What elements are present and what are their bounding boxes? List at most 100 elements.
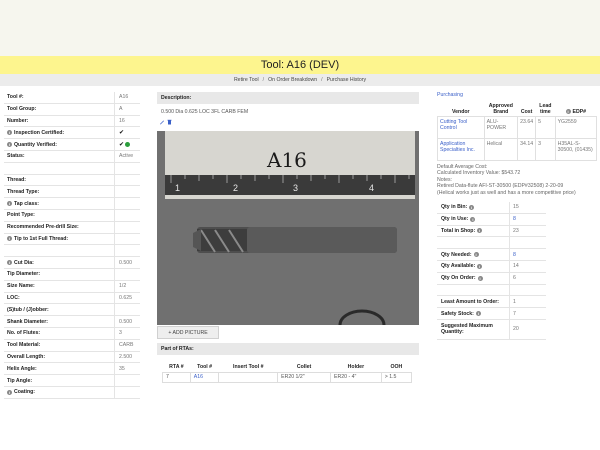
property-value-text: 3	[119, 330, 122, 337]
property-label-text: (S)tub / (J)obber:	[7, 306, 49, 313]
property-label: Recommended Pre-drill Size:	[4, 224, 114, 230]
rta-cell: ER20 - 4"	[330, 371, 382, 383]
quantity-label: Qty On Order: i	[437, 275, 509, 281]
property-value	[114, 386, 140, 398]
property-row: Recommended Pre-drill Size:	[4, 221, 140, 234]
quantity-value: 14	[509, 260, 546, 272]
ruler-number: 4	[369, 183, 374, 193]
column-header-text: Vendor	[451, 109, 470, 115]
rta-cell: 7	[162, 371, 191, 383]
property-label: Helix Angle:	[4, 366, 114, 372]
purchase-history-link[interactable]: Purchase History	[327, 77, 367, 83]
info-icon[interactable]: i	[477, 228, 483, 234]
property-label: i Tap class:	[4, 201, 114, 207]
vendor-link[interactable]: Cutting Tool Control	[437, 116, 485, 139]
quantity-label: Qty in Use: i	[437, 216, 509, 222]
quantity-label: Least Amount to Order:	[437, 299, 509, 305]
property-value: CARB	[114, 339, 140, 351]
property-row	[4, 162, 140, 175]
quantity-row: Suggested Maximum Quantity: 20	[437, 319, 546, 340]
handwritten-tool-label: A16	[266, 148, 307, 172]
breadcrumb: Retire Tool / On Order Breakdown / Purch…	[0, 74, 600, 86]
info-icon[interactable]: i	[565, 109, 571, 114]
info-icon[interactable]: i	[475, 311, 481, 317]
property-value: 2.500	[114, 351, 140, 363]
check-icon: ✔	[119, 130, 125, 137]
property-label-text: Number:	[7, 117, 29, 124]
rta-column-header: OOH	[390, 363, 403, 370]
property-value-text: A16	[119, 94, 129, 101]
property-row: i Tap class:	[4, 198, 140, 210]
property-row: Tool Material: CARB	[4, 339, 140, 352]
vendor-link[interactable]: Application Specialties Inc.	[437, 138, 485, 161]
property-row: (S)tub / (J)obber:	[4, 304, 140, 317]
property-value: 16	[114, 115, 140, 127]
quantity-label-text: Qty On Order:	[441, 275, 476, 282]
quantity-row	[437, 237, 546, 250]
purchasing-link[interactable]: Purchasing	[437, 92, 597, 98]
retire-tool-link[interactable]: Retire Tool	[234, 77, 259, 83]
info-icon[interactable]: i	[477, 263, 483, 269]
add-picture-button[interactable]: + ADD PICTURE	[157, 326, 219, 339]
quantity-row: Qty in Use: i 8	[437, 213, 546, 226]
info-icon[interactable]: i	[470, 216, 476, 222]
info-icon[interactable]: i	[7, 142, 12, 148]
property-row: Status: Active	[4, 150, 140, 163]
quantity-label-text: Total in Shop:	[441, 227, 476, 234]
tool-link[interactable]: A16	[189, 371, 220, 383]
pencil-icon[interactable]	[159, 119, 165, 125]
property-label: i Tip to 1st Full Thread:	[4, 236, 114, 242]
property-label-text: Cut Dia:	[14, 259, 34, 266]
property-row: LOC: 0.625	[4, 292, 140, 305]
info-icon[interactable]: i	[477, 275, 483, 281]
vendor-column-header: i EDP#	[555, 102, 596, 117]
info-icon[interactable]: i	[7, 260, 12, 266]
check-icon: ✔	[119, 142, 125, 149]
property-label: Number:	[4, 118, 114, 124]
info-icon[interactable]: i	[7, 130, 12, 136]
property-value	[114, 245, 140, 257]
property-label-text: Thread:	[7, 176, 27, 183]
quantity-label-text: Qty Needed:	[441, 251, 472, 258]
quantity-table: Qty in Bin: i 15 Qty in Use: i 8 Total in Shop…	[437, 202, 546, 340]
info-icon[interactable]: i	[7, 201, 12, 207]
vendor-table: Vendor Approved Brand Cost Lead time i EDP# C…	[437, 102, 598, 161]
quantity-value-link[interactable]: 8	[509, 213, 546, 225]
quantity-label: Qty Needed: i	[437, 252, 509, 258]
rta-section: Part of RTAs:	[157, 343, 419, 355]
property-value	[114, 233, 140, 245]
vendor-cell: 5	[535, 116, 556, 139]
purchasing-section: Purchasing Vendor Approved Brand Cost Lead …	[437, 92, 598, 196]
tool-photo: 1 2 3 4 A16	[157, 131, 419, 325]
quantity-value-link[interactable]: 8	[509, 249, 546, 260]
column-header-text: Cost	[520, 109, 533, 115]
quantity-label-text: Least Amount to Order:	[441, 298, 500, 305]
property-value-text: Active	[119, 153, 134, 160]
property-label: Tip Angle:	[4, 378, 114, 384]
property-label: Thread Type:	[4, 189, 114, 195]
property-value	[114, 209, 140, 221]
property-row: i Inspection Certified: ✔	[4, 127, 140, 140]
rta-column-header: Tool #	[197, 363, 213, 370]
info-icon[interactable]: i	[7, 236, 12, 242]
info-icon[interactable]: i	[473, 252, 479, 258]
quantity-label-text: Suggested Maximum Quantity:	[441, 323, 493, 336]
rta-row: 7 A16 ER20 1/2" ER20 - 4" > 1.5	[162, 371, 413, 383]
vendor-column-header: Approved Brand	[484, 102, 518, 117]
property-label: Tip Diameter:	[4, 271, 114, 277]
property-label: i Quantity Verified:	[4, 142, 114, 148]
property-value-text: 35	[119, 365, 125, 372]
vendor-cell: 34.14	[517, 138, 537, 161]
info-icon[interactable]: i	[7, 389, 12, 395]
property-label-text: Overall Length:	[7, 353, 46, 360]
property-value	[114, 174, 140, 186]
property-label-text: Thread Type:	[7, 188, 40, 195]
quantity-label: Safety Stock: i	[437, 311, 509, 317]
trash-icon[interactable]	[167, 119, 172, 125]
info-icon[interactable]: i	[469, 204, 475, 210]
property-value: 0.625	[114, 292, 140, 304]
property-value-text: 1/2	[119, 283, 127, 290]
quantity-row: Qty in Bin: i 15	[437, 202, 546, 214]
on-order-breakdown-link[interactable]: On Order Breakdown	[268, 77, 317, 83]
property-value	[114, 198, 140, 209]
